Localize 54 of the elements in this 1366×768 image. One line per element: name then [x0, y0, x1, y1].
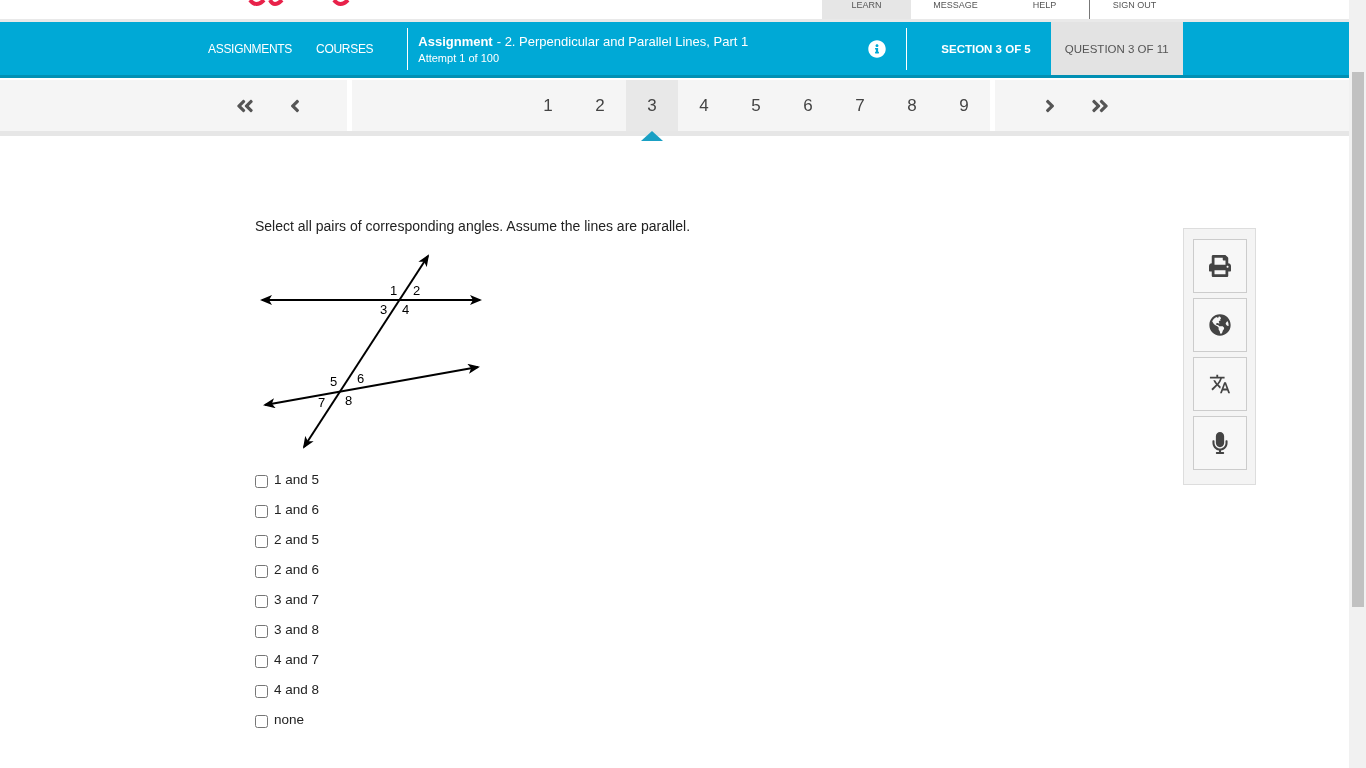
answer-checkbox[interactable] — [255, 594, 268, 608]
page-number[interactable]: 7 — [834, 80, 886, 131]
angle-label: 7 — [318, 395, 326, 410]
answer-label: 4 and 7 — [274, 651, 320, 667]
answer-checkbox[interactable] — [255, 474, 268, 488]
answer-label: 3 and 7 — [274, 591, 320, 607]
answer-checkbox[interactable] — [255, 684, 268, 698]
answer-checkbox[interactable] — [255, 504, 268, 518]
top-nav-item[interactable]: SIGN OUT — [1089, 0, 1179, 19]
angle-label: 6 — [357, 371, 365, 386]
assignment-title: Assignment - 2. Perpendicular and Parallel Lines, Part 1 — [418, 33, 750, 49]
answer-label: 1 and 6 — [274, 501, 320, 517]
page-number[interactable]: 2 — [574, 80, 626, 131]
microphone-button[interactable] — [1192, 416, 1247, 470]
globe-icon — [1208, 314, 1231, 336]
angle-label: 2 — [413, 283, 421, 298]
print-button[interactable] — [1192, 239, 1247, 293]
question-indicator: QUESTION 3 OF 11 — [1050, 22, 1183, 75]
answer-label: 4 and 8 — [274, 681, 320, 697]
angle-label: 4 — [402, 302, 410, 317]
info-icon[interactable] — [868, 39, 887, 58]
top-nav-item[interactable]: MESSAGE — [911, 0, 1000, 19]
answer-label: 1 and 5 — [274, 471, 320, 487]
angle-label: 1 — [390, 283, 398, 298]
globe-button[interactable] — [1192, 298, 1247, 352]
answer-label: 3 and 8 — [274, 621, 320, 637]
translate-icon — [1208, 373, 1231, 395]
page-number[interactable]: 8 — [886, 80, 938, 131]
current-marker-icon — [641, 131, 663, 141]
page-number[interactable]: 1 — [522, 80, 574, 131]
translate-button[interactable] — [1192, 357, 1247, 411]
scrollbar-thumb[interactable] — [1351, 72, 1364, 607]
section-indicator: SECTION 3 OF 5 — [906, 27, 1051, 70]
answer-checkbox[interactable] — [255, 534, 268, 548]
page-number[interactable]: 6 — [782, 80, 834, 131]
top-nav-item[interactable]: LEARN — [822, 0, 911, 19]
question-prompt: Select all pairs of corresponding angles. Assume the lines are parallel. — [255, 218, 692, 234]
answer-checkbox[interactable] — [255, 654, 268, 668]
page-number[interactable]: 3 — [626, 80, 678, 131]
answer-checkbox[interactable] — [255, 714, 268, 728]
answer-label: 2 and 5 — [274, 531, 320, 547]
page-number[interactable]: 4 — [678, 80, 730, 131]
top-nav-item[interactable]: HELP — [1000, 0, 1089, 19]
attempt-text: Attempt 1 of 100 — [418, 51, 500, 64]
answer-checkbox[interactable] — [255, 624, 268, 638]
answer-label: none — [274, 711, 305, 727]
page-number[interactable]: 5 — [730, 80, 782, 131]
answer-label: 2 and 6 — [274, 561, 320, 577]
angle-label: 8 — [345, 393, 353, 408]
page-number[interactable]: 9 — [938, 80, 990, 131]
print-icon — [1208, 255, 1231, 277]
angle-label: 3 — [380, 302, 388, 317]
answer-checkbox[interactable] — [255, 564, 268, 578]
angle-label: 5 — [330, 374, 338, 389]
